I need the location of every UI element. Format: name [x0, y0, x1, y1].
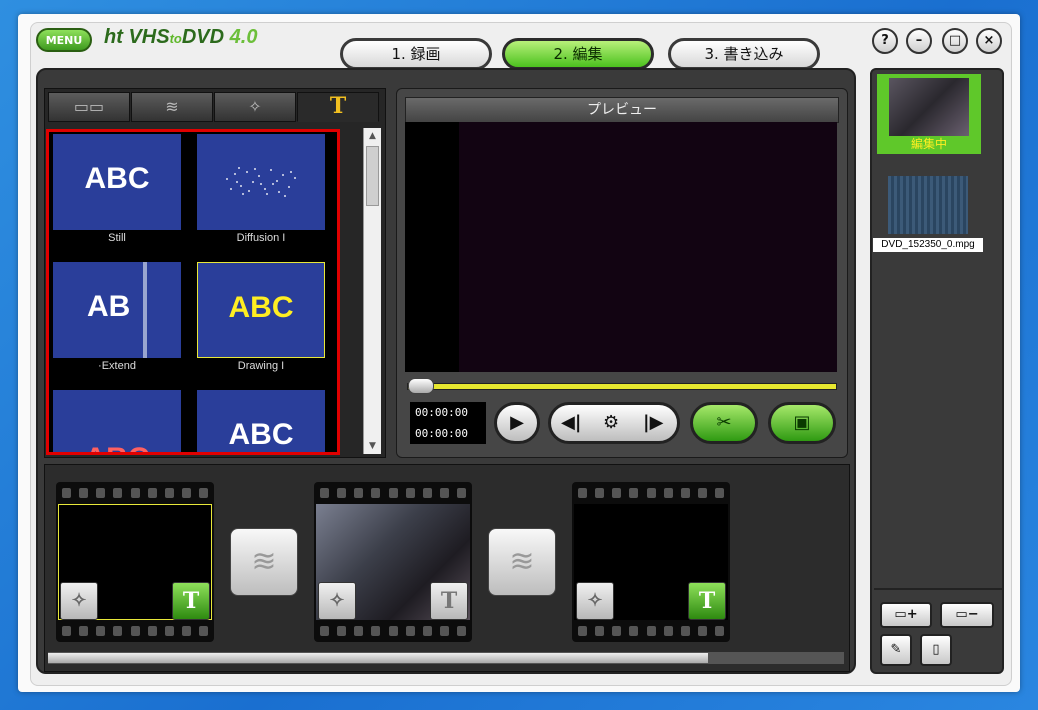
cut-button[interactable]: ✂	[690, 402, 758, 444]
tab-effects[interactable]: ✧	[214, 92, 296, 122]
film-perforation	[62, 626, 208, 636]
next-frame-icon[interactable]: |▶	[643, 405, 663, 441]
scissors-film-icon: ✂	[716, 412, 732, 433]
pencil-icon: ✎	[890, 642, 902, 657]
save-button[interactable]: ▣	[768, 402, 836, 444]
magic-wand-icon: ✧	[248, 97, 262, 116]
timeline-clip-3[interactable]: ✧ T	[572, 482, 730, 642]
remove-clip-button[interactable]: ▭−	[940, 602, 994, 628]
logo-dvd: DVD	[181, 26, 225, 48]
preview-letterbox	[405, 122, 459, 372]
scroll-down-icon[interactable]: ▼	[364, 438, 381, 454]
magic-wand-icon[interactable]: ✧	[318, 582, 356, 620]
help-button[interactable]: ?	[872, 28, 898, 54]
magic-wand-icon[interactable]: ✧	[60, 582, 98, 620]
text-icon: T	[329, 93, 347, 119]
time-total: 00:00:00	[415, 427, 468, 440]
time-display: 00:00:00 00:00:00	[410, 402, 486, 444]
selection-highlight	[46, 129, 340, 455]
time-current: 00:00:00	[415, 406, 468, 419]
source-item-file[interactable]	[888, 176, 968, 234]
source-item-editing[interactable]: 編集中	[877, 74, 981, 154]
magic-wand-icon[interactable]: ✧	[576, 582, 614, 620]
tab-text[interactable]: T	[297, 92, 379, 122]
timeline-clip-2[interactable]: ✧ T	[314, 482, 472, 642]
logo-ht: ht	[104, 26, 123, 48]
logo-to: to	[169, 31, 182, 46]
prev-frame-icon[interactable]: ◀|	[561, 405, 581, 441]
source-thumbnail	[889, 78, 969, 136]
transition-button[interactable]: ≋	[230, 528, 298, 596]
text-t-icon[interactable]: T	[688, 582, 726, 620]
logo-vhs: VHS	[128, 26, 170, 48]
device-button[interactable]: ▯	[920, 634, 952, 666]
text-t-icon[interactable]: T	[430, 582, 468, 620]
editing-caption: 編集中	[910, 137, 947, 151]
device-icon: ▯	[932, 642, 940, 657]
filmstrip-icon: ▭▭	[73, 97, 105, 116]
settings-gear-icon[interactable]: ⚙	[603, 405, 619, 441]
scroll-up-icon[interactable]: ▲	[364, 128, 381, 144]
seek-bar[interactable]	[407, 383, 837, 390]
preview-screen	[405, 122, 837, 372]
text-t-icon[interactable]: T	[172, 582, 210, 620]
tab-clips[interactable]: ▭▭	[48, 92, 130, 122]
transition-icon: ≋	[509, 544, 535, 579]
effects-scrollbar[interactable]: ▲ ▼	[363, 128, 381, 454]
timeline-clip-1[interactable]: ✧ T	[56, 482, 214, 642]
divider	[874, 588, 1002, 590]
film-perforation	[578, 626, 724, 636]
seek-knob[interactable]	[408, 378, 434, 394]
close-button[interactable]: ×	[976, 28, 1002, 54]
film-perforation	[62, 488, 208, 498]
preview-title: プレビュー	[405, 97, 839, 123]
play-icon: ▶	[510, 412, 524, 433]
source-panel	[870, 68, 1004, 674]
transition-button[interactable]: ≋	[488, 528, 556, 596]
tab-write[interactable]: 3. 書き込み	[668, 38, 820, 70]
tab-record[interactable]: 1. 録画	[340, 38, 492, 70]
logo-version: 4.0	[229, 26, 258, 48]
tab-edit[interactable]: 2. 編集	[502, 38, 654, 70]
minimize-button[interactable]: –	[906, 28, 932, 54]
transition-icon: ≋	[251, 544, 277, 579]
tab-transitions[interactable]: ≋	[131, 92, 213, 122]
scroll-thumb[interactable]	[366, 146, 379, 206]
film-remove-icon: ▭−	[955, 607, 979, 622]
film-perforation	[320, 626, 466, 636]
menu-button[interactable]: MENU	[36, 28, 92, 52]
app-logo: ht VHStoDVD 4.0	[104, 26, 257, 56]
transition-icon: ≋	[165, 97, 179, 116]
maximize-button[interactable]: □	[942, 28, 968, 54]
edit-button[interactable]: ✎	[880, 634, 912, 666]
add-clip-button[interactable]: ▭+	[880, 602, 932, 628]
film-perforation	[320, 488, 466, 498]
file-caption: DVD_152350_0.mpg	[873, 238, 983, 252]
film-perforation	[578, 488, 724, 498]
timeline-scrollbar[interactable]	[48, 652, 844, 664]
floppy-disk-icon: ▣	[793, 412, 811, 433]
film-add-icon: ▭+	[894, 607, 918, 622]
play-button[interactable]: ▶	[494, 402, 540, 444]
timeline-scroll-thumb[interactable]	[48, 653, 708, 663]
frame-controls: ◀| ⚙ |▶	[548, 402, 680, 444]
